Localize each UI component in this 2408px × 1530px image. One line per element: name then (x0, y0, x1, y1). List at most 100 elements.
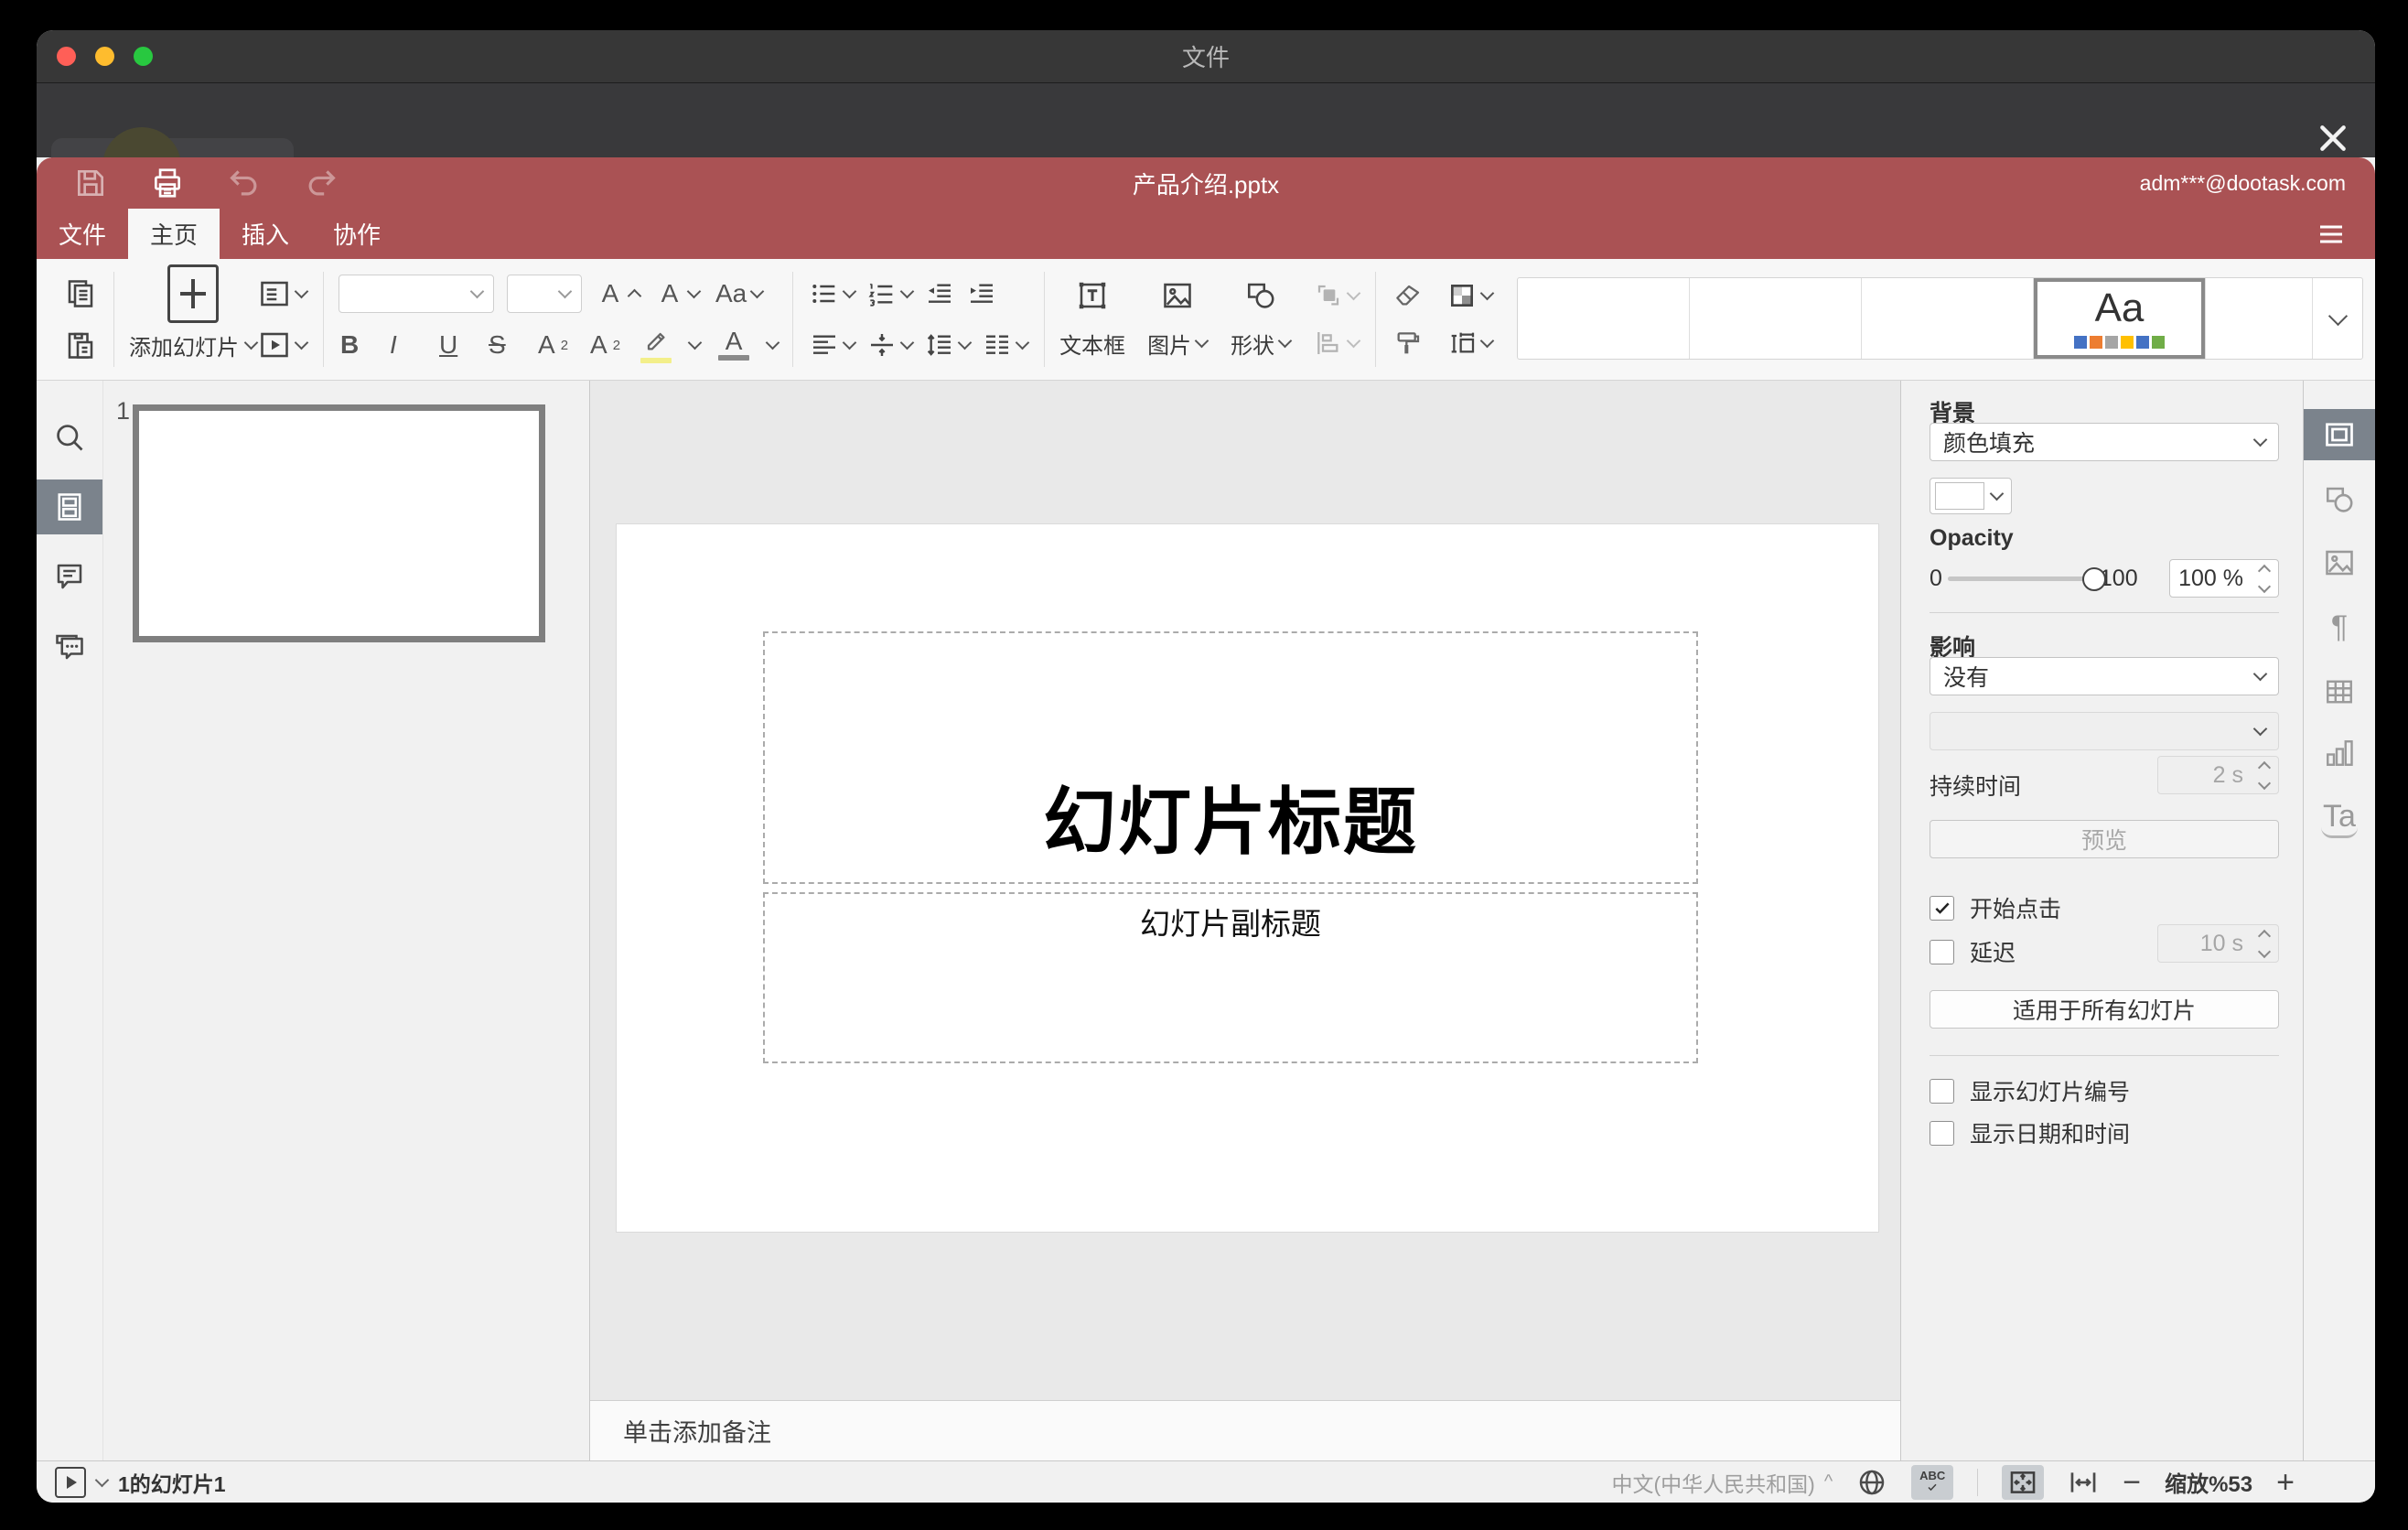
paragraph-settings-icon[interactable]: ¶ (2331, 611, 2348, 642)
show-datetime-checkbox[interactable]: 显示日期和时间 (1930, 1116, 2130, 1149)
tab-file[interactable]: 文件 (37, 209, 128, 259)
table-settings-icon[interactable] (2323, 675, 2356, 708)
textbox-label[interactable]: 文本框 (1059, 328, 1125, 360)
effect-option-dropdown[interactable] (1930, 712, 2279, 750)
line-spacing-button[interactable] (923, 329, 973, 361)
font-name-combobox[interactable] (339, 275, 494, 313)
fill-color-picker[interactable] (1930, 478, 2012, 514)
fit-slide-icon[interactable] (2002, 1464, 2045, 1500)
slide-thumbnail[interactable] (133, 404, 545, 642)
superscript-button[interactable]: A2 (536, 329, 570, 361)
slide-size-button[interactable] (1446, 327, 1495, 360)
duration-spinner[interactable]: 2 s (2157, 756, 2279, 794)
delay-spinner[interactable]: 10 s (2157, 924, 2279, 963)
increase-font-button[interactable]: A (595, 277, 642, 310)
strikethrough-button[interactable]: S (487, 329, 518, 361)
theme-option[interactable] (1690, 278, 1862, 359)
theme-gallery: Aa (1517, 277, 2363, 360)
slide-fill-button[interactable] (1446, 279, 1495, 312)
decrease-indent-button[interactable] (923, 277, 956, 310)
save-icon[interactable] (73, 166, 108, 200)
fit-width-icon[interactable] (2068, 1467, 2099, 1498)
fill-type-dropdown[interactable]: 颜色填充 (1930, 423, 2279, 461)
tab-collaboration[interactable]: 协作 (311, 209, 403, 259)
search-icon[interactable] (53, 421, 86, 454)
opacity-slider-handle[interactable] (2081, 566, 2106, 591)
checkbox-unchecked[interactable] (1930, 1120, 1954, 1146)
start-slideshow-button[interactable] (256, 327, 309, 363)
zoom-in-button[interactable]: + (2276, 1467, 2295, 1498)
italic-button[interactable]: I (388, 329, 419, 361)
increase-indent-button[interactable] (965, 277, 998, 310)
slide-settings-tab[interactable] (2304, 409, 2375, 460)
numbered-list-button[interactable] (865, 277, 915, 310)
chat-icon[interactable] (53, 630, 86, 663)
checkbox-unchecked[interactable] (1930, 939, 1954, 964)
zoom-out-button[interactable]: − (2123, 1467, 2141, 1498)
copy-button[interactable] (62, 275, 99, 312)
opacity-spinner[interactable]: 100 % (2169, 559, 2279, 598)
theme-gallery-expand-button[interactable] (2312, 278, 2362, 359)
decrease-font-button[interactable]: A (654, 277, 702, 310)
set-language-icon[interactable] (1856, 1467, 1887, 1498)
slide-canvas[interactable]: 幻灯片标题 幻灯片副标题 (616, 523, 1879, 1233)
textart-settings-icon[interactable]: Ta (2321, 801, 2358, 838)
insert-image-button[interactable] (1159, 277, 1196, 314)
image-settings-icon[interactable] (2323, 546, 2356, 579)
bold-button[interactable]: B (339, 329, 370, 361)
color-well (1935, 482, 1984, 510)
title-placeholder[interactable]: 幻灯片标题 (763, 631, 1698, 884)
chart-settings-icon[interactable] (2323, 737, 2356, 770)
insert-shape-button[interactable] (1242, 277, 1279, 314)
shape-label-button[interactable]: 形状 (1229, 326, 1293, 361)
language-selector[interactable]: 中文(中华人民共和国) ^ (1612, 1467, 1833, 1498)
theme-option[interactable] (1862, 278, 2034, 359)
close-icon[interactable] (2315, 120, 2351, 156)
tab-home[interactable]: 主页 (128, 209, 220, 259)
font-size-combobox[interactable] (507, 275, 582, 313)
arrange-button[interactable] (1312, 279, 1361, 312)
start-slideshow-status-button[interactable] (55, 1466, 86, 1498)
slide-layout-button[interactable] (256, 275, 309, 312)
add-slide-label-button[interactable]: 添加幻灯片 (129, 329, 259, 361)
checkbox-checked[interactable] (1930, 895, 1954, 921)
theme-option[interactable] (1518, 278, 1690, 359)
font-color-button[interactable]: A (718, 329, 750, 361)
horizontal-align-button[interactable] (808, 329, 857, 361)
opacity-slider[interactable] (1947, 566, 2106, 591)
menu-icon[interactable] (2315, 220, 2348, 249)
subscript-button[interactable]: A2 (588, 329, 622, 361)
comments-icon[interactable] (53, 560, 86, 593)
align-objects-button[interactable] (1312, 327, 1361, 360)
bullet-list-button[interactable] (808, 277, 857, 310)
vertical-align-button[interactable] (865, 329, 915, 361)
add-slide-button[interactable] (144, 263, 242, 325)
slide-number: 1 (116, 397, 131, 425)
change-case-button[interactable]: Aa (714, 277, 765, 310)
start-on-click-checkbox[interactable]: 开始点击 (1930, 891, 2061, 924)
effect-dropdown[interactable]: 没有 (1930, 657, 2279, 695)
delay-checkbox[interactable]: 延迟 (1930, 935, 2016, 968)
notes-area[interactable]: 单击添加备注 (590, 1400, 1900, 1460)
redo-icon[interactable] (304, 166, 339, 200)
print-icon[interactable] (150, 166, 185, 200)
insert-textbox-button[interactable] (1074, 277, 1111, 314)
spellcheck-icon[interactable]: ABC (1911, 1464, 1954, 1500)
highlight-color-button[interactable] (640, 327, 672, 363)
shape-settings-icon[interactable] (2323, 483, 2356, 516)
underline-button[interactable]: U (437, 329, 468, 361)
checkbox-unchecked[interactable] (1930, 1078, 1954, 1104)
apply-to-all-slides-button[interactable]: 适用于所有幻灯片 (1930, 990, 2279, 1029)
preview-button[interactable]: 预览 (1930, 820, 2279, 858)
columns-button[interactable] (981, 329, 1030, 361)
copy-style-button[interactable] (1391, 327, 1424, 360)
paste-button[interactable] (62, 327, 99, 363)
clear-style-button[interactable] (1391, 279, 1424, 312)
image-label-button[interactable]: 图片 (1145, 326, 1209, 361)
slides-panel-toggle[interactable] (37, 479, 102, 534)
show-slide-number-checkbox[interactable]: 显示幻灯片编号 (1930, 1074, 2130, 1107)
subtitle-placeholder[interactable]: 幻灯片副标题 (763, 892, 1698, 1063)
tab-insert[interactable]: 插入 (220, 209, 311, 259)
theme-option-selected[interactable]: Aa (2034, 278, 2206, 359)
undo-icon[interactable] (227, 166, 262, 200)
